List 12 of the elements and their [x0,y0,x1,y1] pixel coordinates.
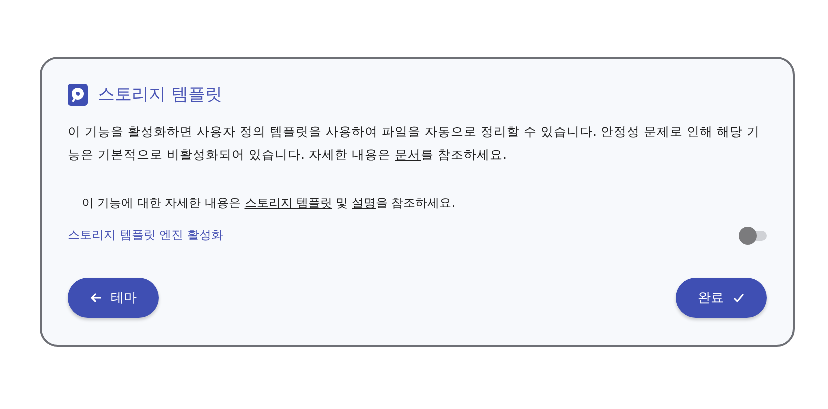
arrow-left-icon [90,292,102,304]
note-text: 이 기능에 대한 자세한 내용은 스토리지 템플릿 및 설명을 참조하세요. [82,196,456,212]
dialog-title: 스토리지 템플릿 [98,84,222,106]
check-icon [733,292,745,304]
app-logo-icon [68,84,88,106]
toggle-label: 스토리지 템플릿 엔진 활성화 [68,227,224,244]
description-link[interactable]: 설명 [352,196,376,210]
description-text: 이 기능을 활성화하면 사용자 정의 템플릿을 사용하여 파일을 자동으로 정리할 수 있습니다. 안정성 문제로 인해 해당 기능은 기본적으로 비활성화되어 있습니다. 자세한 내용은 문서 를 참조하세요. [68,123,762,164]
docs-link[interactable]: 문서 [395,147,422,162]
back-button[interactable]: 테마 [68,278,159,318]
storage-template-link[interactable]: 스토리지 템플릿 [244,196,332,210]
done-button[interactable]: 완료 [676,278,767,318]
